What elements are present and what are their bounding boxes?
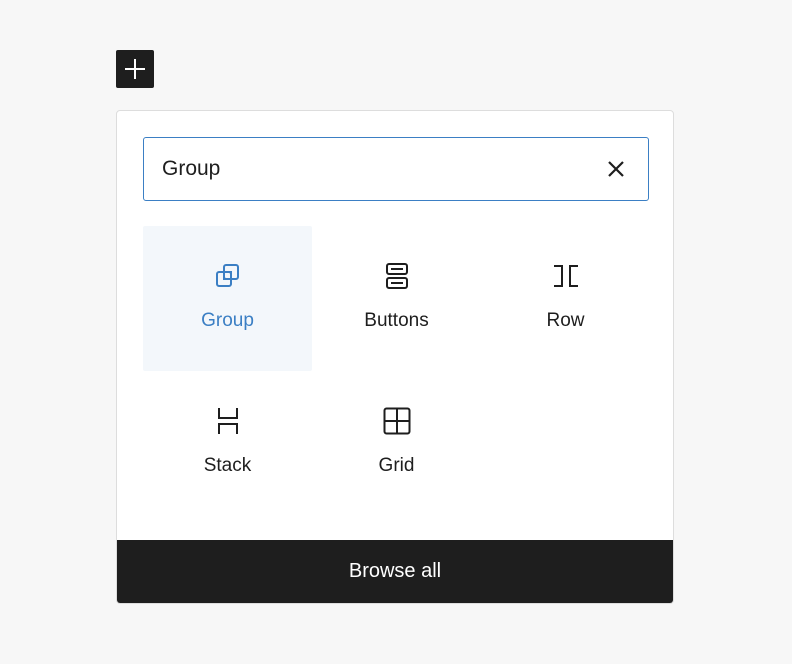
block-item-buttons[interactable]: Buttons	[312, 226, 481, 371]
browse-all-button[interactable]: Browse all	[117, 540, 673, 603]
block-item-label: Buttons	[364, 310, 429, 331]
block-item-row[interactable]: Row	[481, 226, 650, 371]
block-results-grid: Group Buttons Row Stack Grid	[143, 226, 650, 516]
block-item-label: Group	[201, 310, 254, 331]
stack-icon	[214, 407, 242, 435]
buttons-icon	[383, 262, 411, 290]
grid-icon	[383, 407, 411, 435]
search-input[interactable]	[144, 138, 594, 200]
block-item-label: Grid	[378, 455, 415, 476]
clear-search-button[interactable]	[594, 147, 638, 191]
block-item-group[interactable]: Group	[143, 226, 312, 371]
group-icon	[214, 262, 242, 290]
plus-icon	[125, 59, 145, 79]
row-icon	[552, 262, 580, 290]
block-item-grid[interactable]: Grid	[312, 371, 481, 516]
add-block-button[interactable]	[116, 50, 154, 88]
block-inserter-panel: Group Buttons Row	[116, 110, 674, 604]
search-box	[143, 137, 649, 201]
block-item-label: Row	[546, 310, 585, 331]
block-item-label: Stack	[203, 455, 252, 476]
close-icon	[608, 161, 624, 177]
block-item-stack[interactable]: Stack	[143, 371, 312, 516]
